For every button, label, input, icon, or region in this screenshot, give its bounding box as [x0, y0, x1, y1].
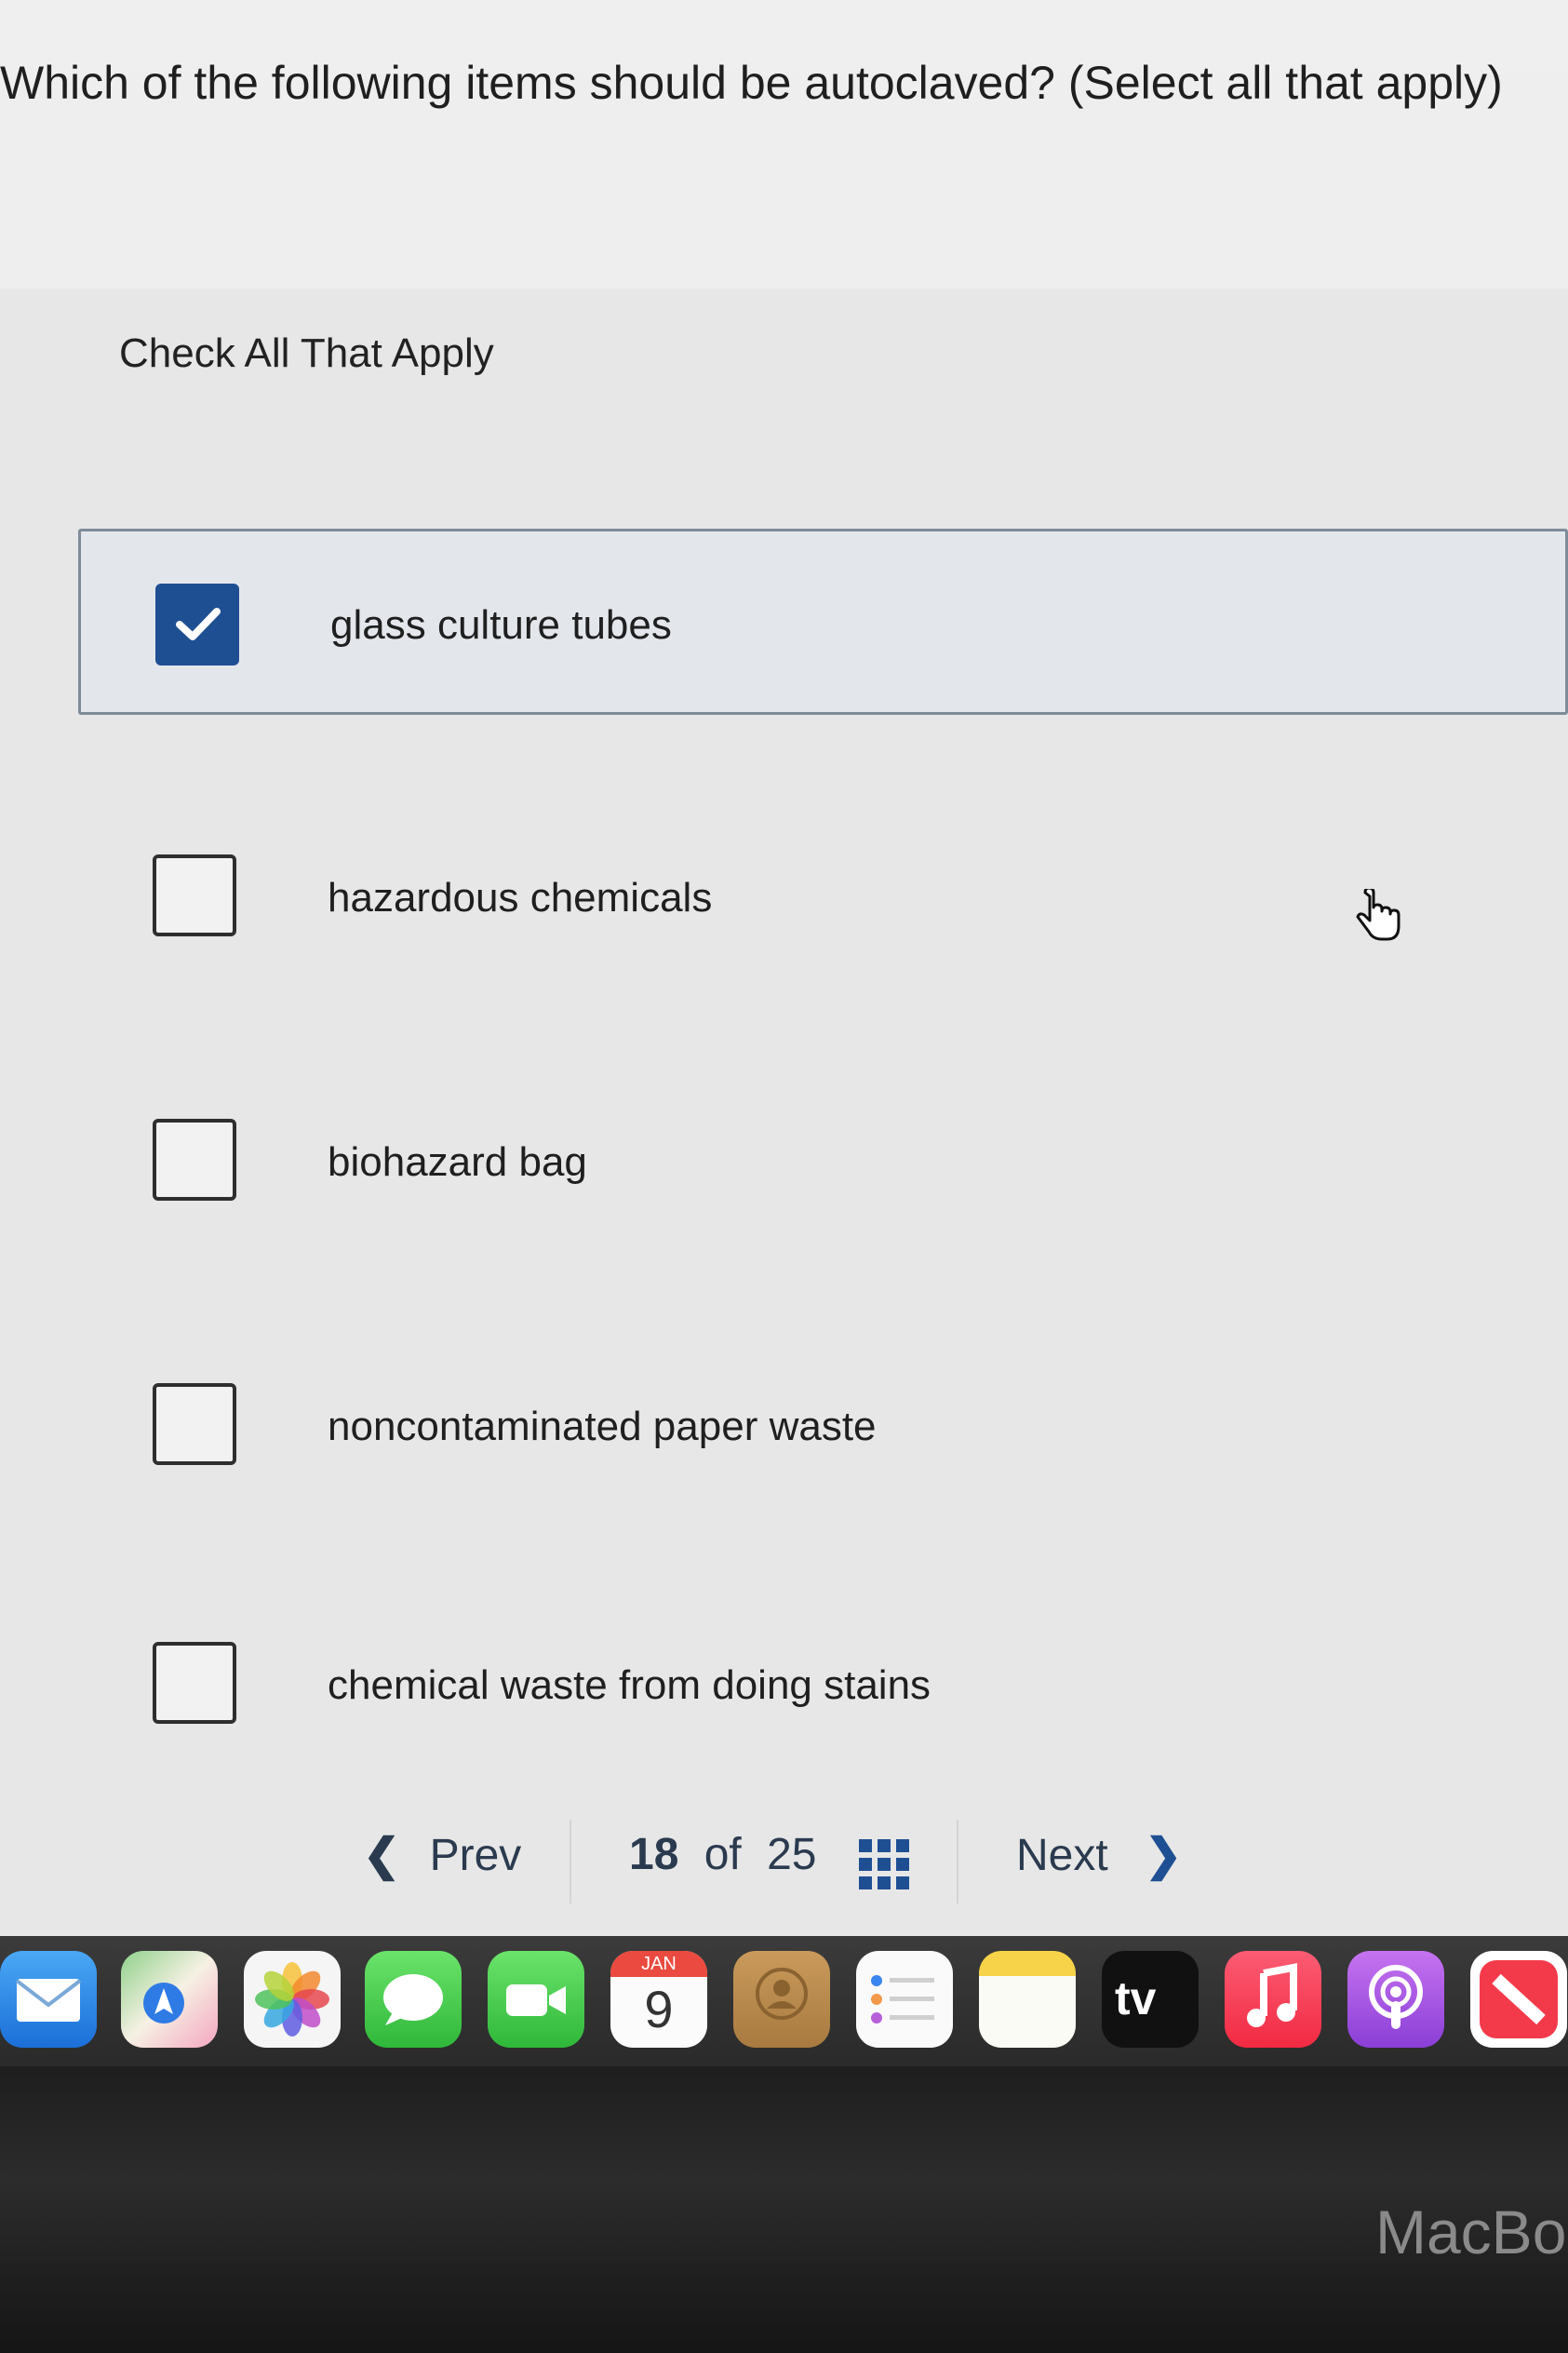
option-label: chemical waste from doing stains	[328, 1662, 931, 1708]
reminders-icon[interactable]	[856, 1951, 953, 2048]
option-glass-culture-tubes[interactable]: glass culture tubes	[78, 529, 1568, 715]
podcasts-icon[interactable]	[1347, 1951, 1444, 2048]
of-label: of	[704, 1830, 742, 1879]
contacts-icon[interactable]	[733, 1951, 830, 2048]
option-label: glass culture tubes	[330, 602, 672, 648]
option-label: hazardous chemicals	[328, 875, 713, 921]
tv-label: tv	[1115, 1972, 1157, 2024]
option-label: biohazard bag	[328, 1139, 587, 1185]
question-grid-icon[interactable]	[859, 1839, 911, 1891]
device-brand-label: MacBo	[1375, 2198, 1567, 2266]
checkmark-icon	[176, 608, 221, 640]
option-chemical-waste[interactable]: chemical waste from doing stains	[78, 1593, 1568, 1780]
option-biohazard-bag[interactable]: biohazard bag	[78, 1070, 1568, 1257]
music-icon[interactable]	[1225, 1951, 1321, 2048]
maps-icon[interactable]	[121, 1951, 218, 2048]
checkbox-unchecked[interactable]	[153, 1642, 236, 1724]
photos-icon[interactable]	[244, 1951, 341, 2048]
nav-divider	[957, 1820, 958, 1903]
option-hazardous-chemicals[interactable]: hazardous chemicals	[78, 806, 1568, 992]
news-icon[interactable]	[1470, 1951, 1567, 2048]
option-noncontaminated-paper-waste[interactable]: noncontaminated paper waste	[78, 1335, 1568, 1521]
nav-divider	[570, 1820, 571, 1903]
calendar-icon[interactable]: JAN 9	[610, 1951, 707, 2048]
next-button[interactable]: Next ❯	[1016, 1829, 1182, 1881]
checkbox-unchecked[interactable]	[153, 854, 236, 936]
browser-viewport: Which of the following items should be a…	[0, 0, 1568, 1931]
current-page: 18	[629, 1830, 679, 1879]
apple-tv-icon[interactable]: tv	[1102, 1951, 1199, 2048]
checkbox-checked[interactable]	[155, 584, 239, 666]
page-indicator: 18 of 25	[629, 1829, 817, 1880]
next-label: Next	[1016, 1831, 1108, 1880]
chevron-left-icon: ❮	[363, 1831, 401, 1880]
facetime-icon[interactable]	[488, 1951, 584, 2048]
question-text: Which of the following items should be a…	[0, 57, 1503, 109]
mail-icon[interactable]	[0, 1951, 97, 2048]
hand-cursor-icon	[1356, 889, 1400, 941]
prev-label: Prev	[429, 1831, 522, 1880]
notes-icon[interactable]	[979, 1951, 1076, 2048]
checkbox-unchecked[interactable]	[153, 1119, 236, 1201]
calendar-day: 9	[644, 1980, 674, 2038]
laptop-bezel: MacBo	[0, 2066, 1568, 2353]
instructions-label: Check All That Apply	[119, 330, 494, 376]
chevron-right-icon: ❯	[1145, 1831, 1183, 1880]
total-pages: 25	[767, 1830, 817, 1879]
calendar-month: JAN	[610, 1951, 707, 1977]
prev-button[interactable]: ❮ Prev	[363, 1829, 521, 1881]
dock: JAN 9 tv	[0, 1936, 1568, 2066]
messages-icon[interactable]	[365, 1951, 462, 2048]
option-label: noncontaminated paper waste	[328, 1404, 877, 1449]
checkbox-unchecked[interactable]	[153, 1383, 236, 1465]
